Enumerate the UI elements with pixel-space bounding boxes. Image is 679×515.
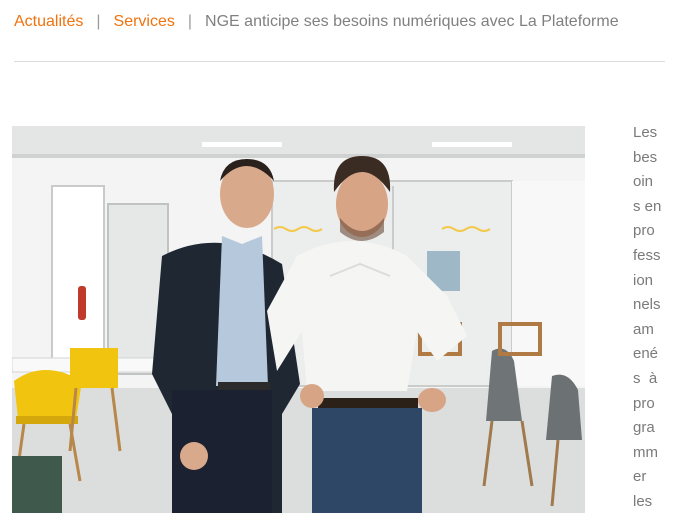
breadcrumb-link-actualites[interactable]: Actualités (14, 13, 83, 30)
article-photo (12, 126, 585, 513)
breadcrumb-current-page: NGE anticipe ses besoins numériques avec… (205, 13, 619, 30)
photo-illustration (12, 126, 585, 513)
breadcrumb-separator: | (187, 13, 193, 30)
article-text-line: er (633, 468, 647, 486)
article-text-line: pro (633, 394, 655, 412)
article-text-line: am (633, 320, 654, 338)
article-text-line: s à (633, 369, 658, 387)
article-body-text: Les bes oin s en pro fess ion nels am en… (633, 121, 669, 515)
article-text-line: Les (633, 124, 658, 141)
article-text-line: oin (633, 173, 654, 191)
article-text-line: nels (633, 296, 661, 314)
article-text-line: gra (633, 419, 655, 437)
article-text-line: pro (633, 222, 655, 240)
article-text-line: ené (633, 345, 659, 363)
breadcrumb: Actualités | Services | NGE anticipe ses bes… (14, 10, 619, 34)
breadcrumb-separator: | (96, 13, 101, 30)
article-text-line: fess (633, 246, 661, 264)
header-divider (14, 61, 665, 62)
article-text-line: les (633, 492, 653, 510)
breadcrumb-link-services[interactable]: Services (114, 13, 175, 30)
article-text-line: s en (633, 197, 662, 215)
article-text-line: bes (633, 148, 658, 166)
article-text-line: mm (633, 443, 658, 461)
article-text-line: ion (633, 271, 654, 289)
